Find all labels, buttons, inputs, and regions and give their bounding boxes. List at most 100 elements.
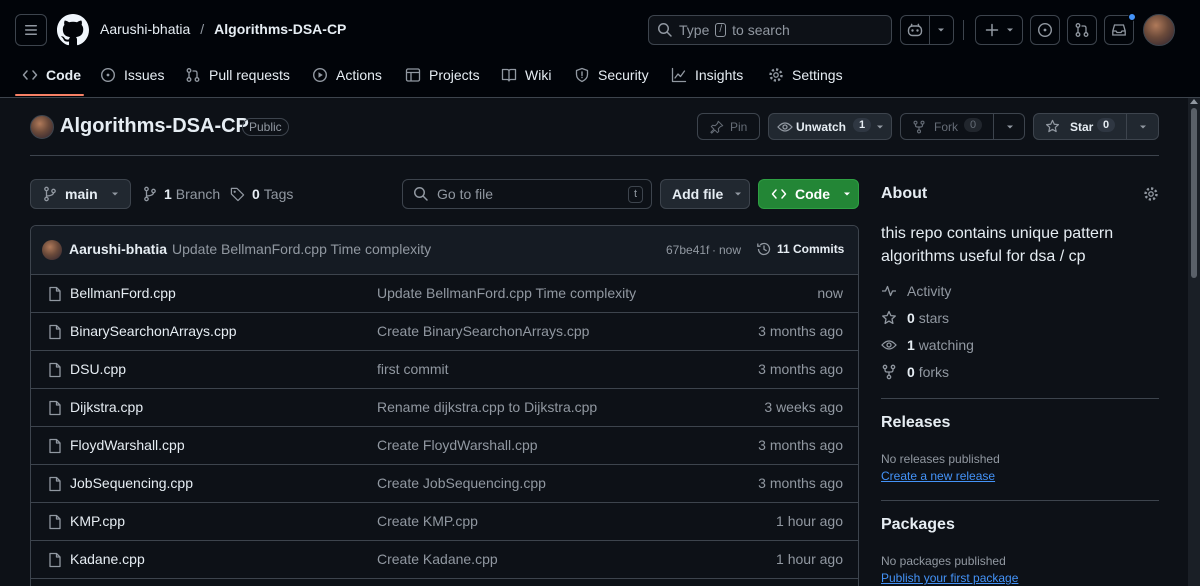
repo-title[interactable]: Algorithms-DSA-CP [60, 115, 249, 138]
create-release-link[interactable]: Create a new release [881, 469, 995, 483]
user-avatar[interactable] [1143, 14, 1175, 46]
chevron-down-icon[interactable] [875, 123, 885, 131]
unwatch-label: Unwatch [796, 120, 847, 134]
watching-link[interactable]: 1 watching [881, 337, 974, 353]
table-row[interactable]: Dijkstra.cpp Rename dijkstra.cpp to Dijks… [31, 389, 858, 427]
tab-code-label: Code [46, 67, 81, 83]
file-icon [47, 438, 63, 454]
search-key-hint: / [715, 23, 727, 37]
add-file-button[interactable]: Add file [660, 179, 750, 209]
star-button[interactable]: Star 0 [1033, 113, 1159, 140]
watching-count: 1 [907, 337, 915, 353]
tab-projects[interactable]: Projects [405, 60, 480, 90]
activity-link[interactable]: Activity [881, 283, 951, 299]
repo-header-divider [30, 155, 1159, 156]
global-search-input[interactable]: Type / to search [648, 15, 892, 45]
tab-code[interactable]: Code [22, 60, 81, 90]
tab-actions[interactable]: Actions [312, 60, 382, 90]
file-name-link[interactable]: BellmanFord.cpp [70, 285, 176, 301]
file-name-link[interactable]: DSU.cpp [70, 361, 126, 377]
commit-time: now [719, 243, 742, 257]
file-commit-message[interactable]: Create JobSequencing.cpp [377, 475, 546, 491]
about-heading: About [881, 185, 928, 202]
tab-pull-requests[interactable]: Pull requests [185, 60, 290, 90]
file-commit-message[interactable]: Create Kadane.cpp [377, 551, 498, 567]
history-icon [756, 241, 772, 257]
table-row[interactable]: Kadane.cpp Create Kadane.cpp 1 hour ago [31, 541, 858, 579]
pulse-icon [881, 283, 897, 299]
repo-avatar [30, 115, 54, 139]
tab-wiki[interactable]: Wiki [501, 60, 551, 90]
file-name-link[interactable]: JobSequencing.cpp [70, 475, 193, 491]
branches-link[interactable]: 1 Branch [143, 186, 220, 202]
tab-settings[interactable]: Settings [768, 60, 843, 90]
chevron-down-icon[interactable] [936, 26, 946, 34]
go-to-file-input[interactable]: Go to file t [402, 179, 652, 209]
file-name-link[interactable]: BinarySearchonArrays.cpp [70, 323, 237, 339]
about-settings-button[interactable] [1143, 186, 1159, 202]
pin-button[interactable]: Pin [697, 113, 760, 140]
tag-icon [230, 187, 245, 202]
commit-message[interactable]: Update BellmanFord.cpp Time complexity [172, 241, 431, 257]
file-commit-message[interactable]: first commit [377, 361, 449, 377]
github-logo-icon[interactable] [57, 14, 89, 46]
pull-requests-button[interactable] [1067, 15, 1097, 45]
fork-button[interactable]: Fork 0 [900, 113, 1025, 140]
table-row[interactable]: JobSequencing.cpp Create JobSequencing.cp… [31, 465, 858, 503]
issues-button[interactable] [1030, 15, 1060, 45]
tags-link[interactable]: 0 Tags [230, 186, 293, 202]
branch-selector[interactable]: main [30, 179, 131, 209]
forks-count: 0 [907, 364, 915, 380]
chevron-down-icon[interactable] [1005, 123, 1015, 131]
file-name-link[interactable]: FloydWarshall.cpp [70, 437, 185, 453]
chevron-down-icon[interactable] [1138, 123, 1148, 131]
scroll-up-arrow[interactable] [1190, 99, 1198, 104]
create-new-button[interactable] [975, 15, 1023, 45]
commit-separator: · [712, 243, 716, 257]
commits-history-link[interactable]: 11 Commits [756, 241, 844, 257]
table-row[interactable]: KMP.cpp Create KMP.cpp 1 hour ago [31, 503, 858, 541]
table-row[interactable]: BellmanFord.cpp Update BellmanFord.cpp Ti… [31, 275, 858, 313]
code-icon [771, 186, 787, 202]
plus-icon [985, 23, 999, 37]
file-icon [47, 514, 63, 530]
file-name-link[interactable]: KMP.cpp [70, 513, 125, 529]
code-dropdown-button[interactable]: Code [758, 179, 859, 209]
breadcrumb-repo[interactable]: Algorithms-DSA-CP [214, 21, 346, 37]
file-commit-message[interactable]: Create BinarySearchonArrays.cpp [377, 323, 589, 339]
commit-author-avatar[interactable] [42, 240, 62, 260]
git-pull-request-icon [185, 67, 201, 83]
file-commit-message[interactable]: Create KMP.cpp [377, 513, 478, 529]
forks-link[interactable]: 0 forks [881, 364, 949, 380]
commit-count: 11 Commits [777, 242, 845, 256]
commit-sha[interactable]: 67be41f [666, 243, 709, 257]
search-suffix: to search [732, 22, 790, 38]
file-name-link[interactable]: Dijkstra.cpp [70, 399, 143, 415]
search-prefix: Type [679, 22, 710, 38]
copilot-button[interactable] [900, 15, 954, 45]
commit-author[interactable]: Aarushi-bhatia [69, 241, 167, 257]
sidebar-divider [881, 398, 1159, 399]
table-row[interactable]: BinarySearchonArrays.cpp Create BinarySea… [31, 313, 858, 351]
file-commit-message[interactable]: Rename dijkstra.cpp to Dijkstra.cpp [377, 399, 597, 415]
code-icon [22, 67, 38, 83]
table-row[interactable]: FloydWarshall.cpp Create FloydWarshall.cp… [31, 427, 858, 465]
table-row[interactable]: DSU.cpp first commit 3 months ago [31, 351, 858, 389]
releases-heading[interactable]: Releases [881, 414, 950, 432]
breadcrumb-owner[interactable]: Aarushi-bhatia [100, 21, 190, 37]
tab-security[interactable]: Security [574, 60, 649, 90]
stars-link[interactable]: 0 stars [881, 310, 949, 326]
page-scrollbar[interactable] [1188, 98, 1200, 586]
unwatch-button[interactable]: Unwatch 1 [768, 113, 892, 140]
file-name-link[interactable]: Kadane.cpp [70, 551, 145, 567]
pin-label: Pin [730, 119, 748, 134]
scrollbar-thumb[interactable] [1191, 108, 1197, 278]
file-commit-message[interactable]: Create FloydWarshall.cpp [377, 437, 538, 453]
tab-insights[interactable]: Insights [671, 60, 743, 90]
packages-heading[interactable]: Packages [881, 516, 955, 534]
tab-issues[interactable]: Issues [100, 60, 164, 90]
tag-count: 0 [252, 186, 260, 202]
menu-button[interactable] [15, 14, 47, 46]
file-commit-message[interactable]: Update BellmanFord.cpp Time complexity [377, 285, 636, 301]
publish-package-link[interactable]: Publish your first package [881, 571, 1018, 585]
